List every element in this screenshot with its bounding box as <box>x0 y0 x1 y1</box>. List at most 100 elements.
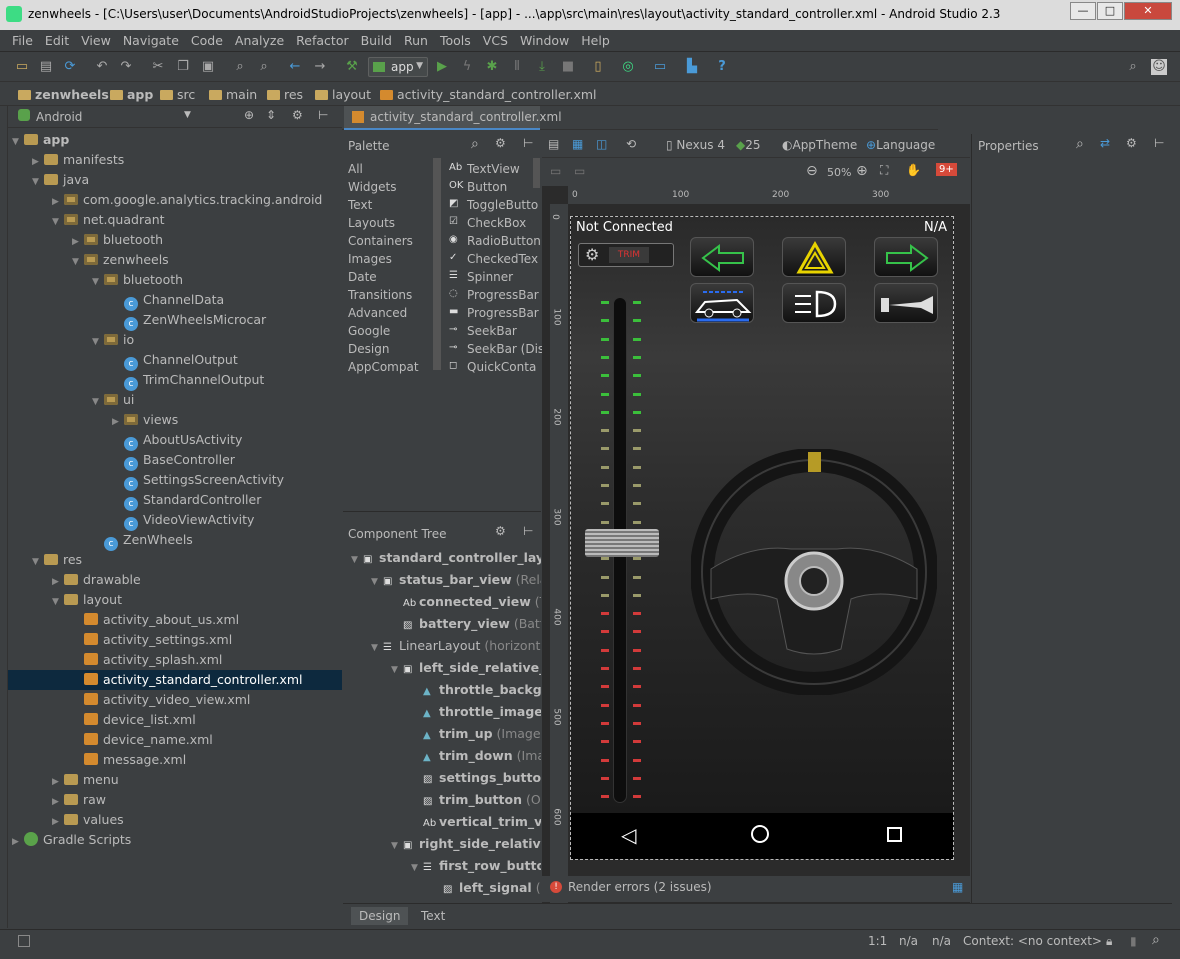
render-errors-bar[interactable]: ! Render errors (2 issues) ▦ <box>542 876 970 902</box>
headlight-button[interactable] <box>782 283 846 323</box>
palette-category[interactable]: Design <box>348 342 389 356</box>
close-button[interactable]: ✕ <box>1124 2 1172 20</box>
recents-nav-icon[interactable] <box>887 827 902 842</box>
both-mode-icon[interactable]: ◫ <box>596 137 607 151</box>
show-constraints-icon[interactable]: ▭ <box>550 164 561 178</box>
save-icon[interactable]: ▤ <box>38 59 54 75</box>
expand-arrow-icon[interactable]: ▼ <box>92 272 104 292</box>
gear-icon[interactable]: ⚙ <box>292 108 303 122</box>
autoconnect-icon[interactable]: ▭ <box>574 164 585 178</box>
tab-design[interactable]: Design <box>351 907 409 925</box>
project-tree-item[interactable]: ▼ java <box>8 170 342 190</box>
project-tree-item[interactable]: ▶ values <box>8 810 342 830</box>
collapse-arrow-icon[interactable]: ▶ <box>52 572 64 592</box>
search-icon[interactable]: ⌕ <box>471 136 479 152</box>
breadcrumb-item[interactable]: res <box>267 87 303 102</box>
collapse-arrow-icon[interactable]: ▶ <box>52 772 64 792</box>
redo-icon[interactable]: ↷ <box>118 59 134 75</box>
project-tree-item[interactable]: ▶ raw <box>8 790 342 810</box>
expand-arrow-icon[interactable]: ▼ <box>351 550 363 568</box>
apply-changes-icon[interactable]: ϟ <box>459 59 475 75</box>
project-tree-item[interactable]: c VideoViewActivity <box>8 510 342 531</box>
tab-text[interactable]: Text <box>415 907 451 925</box>
project-tree-item[interactable]: c ChannelOutput <box>8 350 342 371</box>
project-tree-item[interactable]: ▶ views <box>8 410 342 430</box>
swap-view-icon[interactable]: ⇄ <box>1100 136 1110 150</box>
menu-view[interactable]: View <box>75 30 117 51</box>
project-tree-item[interactable]: activity_settings.xml <box>8 630 342 650</box>
menu-run[interactable]: Run <box>398 30 434 51</box>
collapse-arrow-icon[interactable]: ▶ <box>52 812 64 832</box>
menu-code[interactable]: Code <box>185 30 229 51</box>
component-tree-item[interactable]: ▨ battery_view (Batter <box>343 614 541 634</box>
throttle-handle[interactable] <box>585 529 659 557</box>
search-icon[interactable]: ⌕ <box>1076 136 1084 152</box>
error-badge[interactable]: 9+ <box>936 163 957 176</box>
palette-category[interactable]: All <box>348 162 363 176</box>
collapse-arrow-icon[interactable]: ▶ <box>72 232 84 252</box>
android-monitor-icon[interactable]: ▙ <box>684 59 700 75</box>
component-tree-item[interactable]: ▼▣ standard_controller_layout <box>343 548 541 568</box>
tool-windows-icon[interactable] <box>18 935 30 947</box>
collapse-arrow-icon[interactable]: ▶ <box>12 832 24 852</box>
orientation-icon[interactable]: ⟲ <box>626 137 636 151</box>
event-log-icon[interactable]: ⌕ <box>1152 932 1160 948</box>
palette-category[interactable]: AppCompat <box>348 360 419 374</box>
trim-label[interactable]: TRIM <box>609 247 649 263</box>
project-tree-item[interactable]: ▶ menu <box>8 770 342 790</box>
user-avatar-icon[interactable]: ☺ <box>1151 59 1167 75</box>
palette-widget[interactable]: SeekBar (Dis <box>467 342 544 356</box>
menu-navigate[interactable]: Navigate <box>117 30 185 51</box>
language-select[interactable]: ⊕Language <box>866 138 935 152</box>
project-tree-item[interactable]: activity_about_us.xml <box>8 610 342 630</box>
zoom-to-fit-icon[interactable]: ⛶ <box>880 163 888 178</box>
project-tree-item[interactable]: device_list.xml <box>8 710 342 730</box>
expand-arrow-icon[interactable]: ▼ <box>371 638 383 656</box>
project-tree-item[interactable]: activity_standard_controller.xml <box>8 670 342 690</box>
menu-tools[interactable]: Tools <box>434 30 477 51</box>
pan-icon[interactable]: ✋ <box>906 163 921 177</box>
project-tree-item[interactable]: ▼ net.quadrant <box>8 210 342 230</box>
run-icon[interactable]: ▶ <box>434 59 450 75</box>
paste-icon[interactable]: ▣ <box>200 59 216 75</box>
forward-icon[interactable]: → <box>312 59 328 75</box>
trim-toggle[interactable]: ⚙ TRIM <box>578 243 674 267</box>
collapse-arrow-icon[interactable]: ▶ <box>112 412 124 432</box>
breadcrumb-item[interactable]: main <box>209 87 257 102</box>
project-tree-item[interactable]: c ZenWheelsMicrocar <box>8 310 342 331</box>
project-structure-icon[interactable]: ▭ <box>652 59 668 75</box>
project-tree-item[interactable]: ▶ drawable <box>8 570 342 590</box>
hide-panel-icon[interactable]: ⊢ <box>523 524 533 538</box>
component-tree-item[interactable]: ▼▣ right_side_relative_la <box>343 834 541 854</box>
component-tree-item[interactable]: ▲ trim_up (ImageBu <box>343 724 541 744</box>
car-lights-button[interactable] <box>690 283 754 323</box>
design-mode-icon[interactable]: ▤ <box>548 137 559 151</box>
menu-edit[interactable]: Edit <box>39 30 75 51</box>
steering-wheel-icon[interactable] <box>691 449 937 695</box>
sdk-manager-icon[interactable]: ◎ <box>620 59 636 75</box>
gear-icon[interactable]: ⚙ <box>495 524 506 538</box>
maximize-button[interactable]: □ <box>1097 2 1123 20</box>
palette-category[interactable]: Images <box>348 252 392 266</box>
expand-arrow-icon[interactable]: ▼ <box>92 392 104 412</box>
api-select[interactable]: ◆25 <box>736 138 761 152</box>
palette-widget[interactable]: Button <box>467 180 507 194</box>
expand-arrow-icon[interactable]: ▼ <box>32 552 44 572</box>
expand-arrow-icon[interactable]: ▼ <box>411 858 423 876</box>
collapse-all-icon[interactable]: ⇕ <box>266 108 276 122</box>
collapse-arrow-icon[interactable]: ▶ <box>52 792 64 812</box>
menu-file[interactable]: File <box>6 30 39 51</box>
palette-widget[interactable]: CheckedTex <box>467 252 538 266</box>
project-tree-item[interactable]: ▶ bluetooth <box>8 230 342 250</box>
collapse-arrow-icon[interactable]: ▶ <box>52 192 64 212</box>
expand-arrow-icon[interactable]: ▼ <box>371 572 383 590</box>
project-tree-item[interactable]: ▶ Gradle Scripts <box>8 830 342 850</box>
expand-arrow-icon[interactable]: ▼ <box>32 172 44 192</box>
project-tree-item[interactable]: ▶ com.google.analytics.tracking.android <box>8 190 342 210</box>
zoom-in-icon[interactable]: ⊕ <box>856 163 868 179</box>
breadcrumb-item[interactable]: layout <box>315 87 371 102</box>
palette-category[interactable]: Date <box>348 270 377 284</box>
back-nav-icon[interactable]: ◁ <box>621 823 636 847</box>
palette-scrollbar[interactable] <box>433 158 441 370</box>
replace-icon[interactable]: ⌕ <box>256 59 272 75</box>
